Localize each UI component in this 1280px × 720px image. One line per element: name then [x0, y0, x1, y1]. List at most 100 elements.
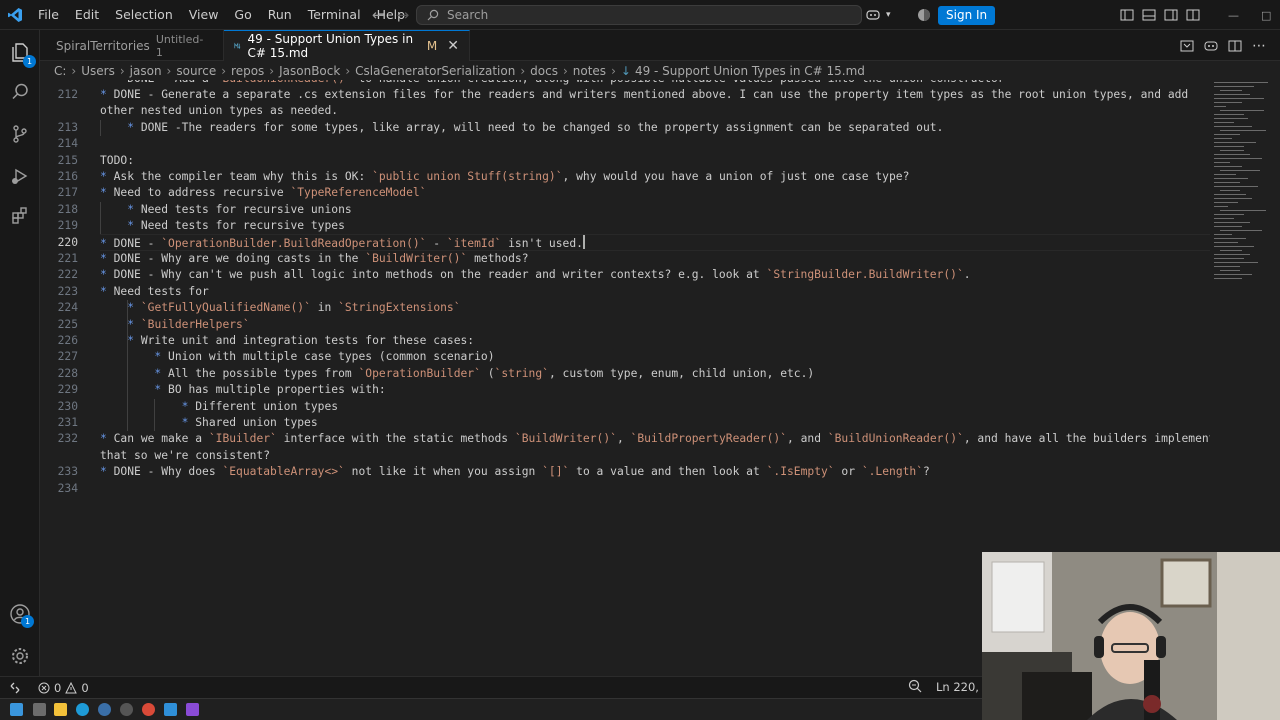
line-number: 228: [57, 366, 78, 380]
minimap-line: [1214, 122, 1234, 123]
code-line[interactable]: TODO:: [100, 153, 134, 169]
sign-in-button[interactable]: Sign In: [938, 6, 996, 25]
run-debug-icon[interactable]: [0, 156, 40, 196]
breadcrumb-item[interactable]: 49 - Support Union Types in C# 15.md: [635, 64, 865, 78]
code-line[interactable]: * Need tests for: [100, 284, 209, 300]
close-tab-icon[interactable]: ✕: [447, 38, 459, 54]
steam-icon[interactable]: [98, 703, 111, 716]
edge-browser-icon[interactable]: [76, 703, 89, 716]
chrome-icon[interactable]: [142, 703, 155, 716]
code-line[interactable]: * All the possible types from `Operation…: [100, 366, 814, 382]
code-line[interactable]: * DONE - Why are we doing casts in the `…: [100, 251, 529, 267]
code-line[interactable]: * Can we make a `IBuilder` interface wit…: [100, 431, 1210, 447]
breadcrumb-item[interactable]: docs: [530, 64, 558, 78]
breadcrumb-item[interactable]: repos: [231, 64, 264, 78]
minimap-line: [1214, 194, 1246, 195]
remote-indicator-icon[interactable]: [0, 677, 30, 699]
windows-start-icon[interactable]: [10, 703, 23, 716]
menu-go[interactable]: Go: [226, 0, 259, 30]
menu-file[interactable]: File: [30, 0, 67, 30]
minimap-line: [1214, 134, 1240, 135]
copilot-edit-icon[interactable]: [1204, 39, 1218, 53]
minimap-line: [1214, 202, 1238, 203]
warning-icon: [65, 681, 78, 693]
problems-indicator[interactable]: 0 0: [38, 681, 89, 695]
minimap-line: [1214, 238, 1246, 239]
accounts-badge: 1: [21, 615, 34, 628]
minimize-icon[interactable]: —: [1228, 9, 1239, 22]
accounts-shield-icon[interactable]: [916, 7, 932, 23]
copilot-menu[interactable]: ▾: [866, 0, 891, 30]
code-line[interactable]: * Ask the compiler team why this is OK: …: [100, 169, 909, 185]
customize-layout-icon[interactable]: [1186, 8, 1200, 22]
open-preview-icon[interactable]: [1180, 39, 1194, 53]
minimap-line: [1214, 158, 1262, 159]
file-explorer-icon[interactable]: [54, 703, 67, 716]
code-line[interactable]: * `GetFullyQualifiedName()` in `StringEx…: [100, 300, 460, 316]
zoom-icon[interactable]: [908, 679, 922, 693]
maximize-icon[interactable]: □: [1261, 9, 1271, 22]
visual-studio-icon[interactable]: [186, 703, 199, 716]
tab-spiral-territories[interactable]: SpiralTerritories Untitled-1: [40, 30, 224, 61]
code-line[interactable]: * Need tests for recursive unions: [100, 202, 351, 218]
extensions-icon[interactable]: [0, 196, 40, 236]
breadcrumb-item[interactable]: CslaGeneratorSerialization: [355, 64, 515, 78]
code-line[interactable]: that so we're consistent?: [100, 448, 270, 464]
editor-tabs: SpiralTerritories Untitled-1 49 - Suppor…: [40, 30, 1280, 61]
source-control-icon[interactable]: [0, 114, 40, 154]
explorer-icon[interactable]: 1: [0, 32, 40, 72]
code-line[interactable]: * BO has multiple properties with:: [100, 382, 385, 398]
vscode-taskbar-icon[interactable]: [164, 703, 177, 716]
code-line[interactable]: * Need tests for recursive types: [100, 218, 345, 234]
code-line[interactable]: * DONE - `OperationBuilder.BuildReadOper…: [100, 234, 585, 252]
code-line[interactable]: * DONE - Generate a separate .cs extensi…: [100, 87, 1188, 103]
error-icon: [38, 682, 50, 693]
menu-terminal[interactable]: Terminal: [300, 0, 369, 30]
search-view-icon[interactable]: [0, 72, 40, 112]
line-number: 216: [57, 169, 78, 183]
split-editor-icon[interactable]: [1228, 39, 1242, 53]
command-center-search[interactable]: Search: [416, 5, 862, 25]
code-line[interactable]: * DONE -The readers for some types, like…: [100, 120, 943, 136]
code-line[interactable]: * DONE - Why does `EquatableArray<>` not…: [100, 464, 930, 480]
code-line[interactable]: * DONE - Why can't we push all logic int…: [100, 267, 971, 283]
media-player-icon[interactable]: [120, 703, 133, 716]
breadcrumb-item[interactable]: C:: [54, 64, 66, 78]
code-line[interactable]: other nested union types as needed.: [100, 103, 338, 119]
minimap-line: [1214, 266, 1240, 267]
tab-support-union-types[interactable]: 49 - Support Union Types in C# 15.md M ✕: [224, 30, 470, 61]
minimap-line: [1214, 162, 1230, 163]
breadcrumb-item[interactable]: jason: [130, 64, 162, 78]
chevron-right-icon: ›: [269, 64, 275, 78]
minimap-line: [1220, 210, 1266, 211]
breadcrumb-item[interactable]: source: [176, 64, 216, 78]
menu-run[interactable]: Run: [260, 0, 300, 30]
menu-edit[interactable]: Edit: [67, 0, 107, 30]
forward-arrow-icon[interactable]: →: [397, 6, 410, 24]
code-line[interactable]: * Different union types: [100, 399, 338, 415]
code-line[interactable]: * Shared union types: [100, 415, 318, 431]
breadcrumb-item[interactable]: notes: [573, 64, 606, 78]
toggle-secondary-sidebar-icon[interactable]: [1164, 8, 1178, 22]
toggle-primary-sidebar-icon[interactable]: [1120, 8, 1134, 22]
line-number: 230: [57, 399, 78, 413]
accounts-icon[interactable]: 1: [0, 594, 40, 634]
minimap[interactable]: [1210, 80, 1280, 550]
toggle-panel-icon[interactable]: [1142, 8, 1156, 22]
back-arrow-icon[interactable]: ←: [372, 6, 385, 24]
minimap-line: [1214, 182, 1240, 183]
task-view-icon[interactable]: [33, 703, 46, 716]
minimap-line: [1214, 178, 1248, 179]
menu-view[interactable]: View: [181, 0, 227, 30]
breadcrumb-item[interactable]: Users: [81, 64, 115, 78]
code-line[interactable]: * Union with multiple case types (common…: [100, 349, 494, 365]
menu-selection[interactable]: Selection: [107, 0, 181, 30]
code-line[interactable]: * DONE - Add a `BuildUnionReader()` to h…: [100, 80, 1005, 87]
breadcrumb-item[interactable]: JasonBock: [279, 64, 340, 78]
code-line[interactable]: * Need to address recursive `TypeReferen…: [100, 185, 426, 201]
code-line[interactable]: * `BuilderHelpers`: [100, 317, 249, 333]
manage-gear-icon[interactable]: [0, 636, 40, 676]
more-actions-icon[interactable]: ⋯: [1252, 38, 1266, 54]
code-line[interactable]: * Write unit and integration tests for t…: [100, 333, 474, 349]
vscode-logo-icon: [0, 0, 30, 30]
